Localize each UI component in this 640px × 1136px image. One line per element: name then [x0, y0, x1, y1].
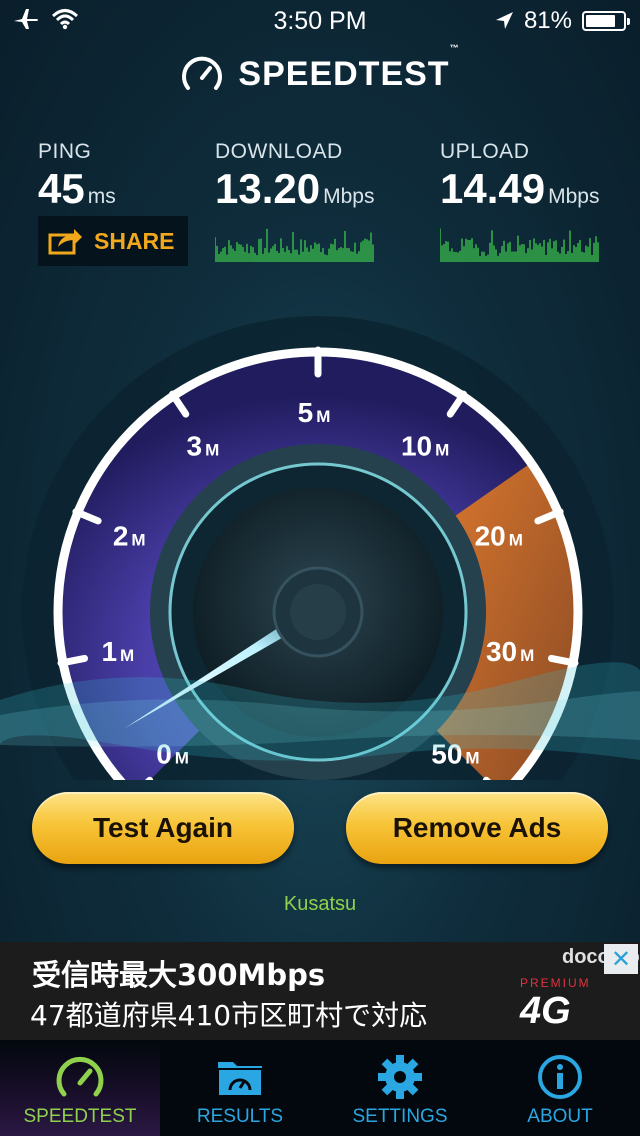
tab-label: ABOUT: [527, 1106, 593, 1127]
share-button[interactable]: SHARE: [38, 216, 188, 266]
location-arrow-icon: [495, 12, 513, 29]
ad-subline: 47都道府県410市区町村で対応: [30, 999, 428, 1032]
download-value: 13.20 Mbps: [215, 165, 375, 212]
ping-value: 45 ms: [38, 165, 116, 212]
gauge-tick: [57, 654, 89, 667]
ad-headline: 受信時最大300Mbps: [32, 958, 326, 992]
status-bar: 3:50 PM 81%: [0, 0, 640, 40]
download-label: DOWNLOAD: [215, 140, 343, 163]
tab-bar: SPEEDTEST RESULTS SETTINGS ABOUT: [0, 1040, 640, 1136]
tab-about[interactable]: ABOUT: [480, 1040, 640, 1136]
tab-speedtest[interactable]: SPEEDTEST: [0, 1040, 160, 1136]
battery-percent: 81%: [523, 7, 572, 34]
gear-icon: [378, 1055, 422, 1099]
battery-icon: [582, 11, 630, 31]
ping-label: PING: [38, 140, 92, 163]
results-folder-icon: [217, 1062, 263, 1097]
share-label: SHARE: [94, 227, 175, 254]
tab-label: SPEEDTEST: [23, 1106, 137, 1127]
upload-stat: UPLOAD 14.49 Mbps: [440, 140, 599, 220]
test-again-button[interactable]: Test Again: [32, 792, 294, 864]
tab-settings[interactable]: SETTINGS: [320, 1040, 480, 1136]
speedometer-logo-icon: [182, 56, 223, 90]
app-title: SPEEDTEST™: [238, 42, 460, 93]
remove-ads-button[interactable]: Remove Ads: [346, 792, 608, 864]
speed-gauge: 0 M1 M2 M3 M5 M10 M20 M30 M50 M: [0, 316, 640, 780]
ad-banner[interactable]: 受信時最大300Mbps 47都道府県410市区町村で対応 docomo PRE…: [0, 942, 640, 1040]
server-location: Kusatsu: [283, 893, 357, 915]
ad-close-button[interactable]: ✕: [604, 944, 638, 974]
info-icon: [538, 1055, 582, 1099]
tab-label: RESULTS: [196, 1106, 284, 1127]
upload-graph: [440, 228, 599, 262]
share-icon: [48, 229, 82, 255]
ad-network: 4G: [520, 990, 571, 1032]
status-right: 81%: [494, 7, 630, 35]
upload-value: 14.49 Mbps: [440, 165, 600, 212]
tab-label: SETTINGS: [352, 1106, 448, 1127]
app-header: SPEEDTEST™: [0, 42, 640, 98]
gauge-tick: [547, 654, 579, 667]
download-stat: DOWNLOAD 13.20 Mbps: [215, 140, 374, 220]
ad-premium: PREMIUM: [520, 976, 591, 990]
speedometer-icon: [56, 1056, 104, 1097]
tab-results[interactable]: RESULTS: [160, 1040, 320, 1136]
ping-stat: PING 45 ms: [38, 140, 116, 220]
download-graph: [215, 228, 374, 262]
upload-label: UPLOAD: [440, 140, 530, 163]
